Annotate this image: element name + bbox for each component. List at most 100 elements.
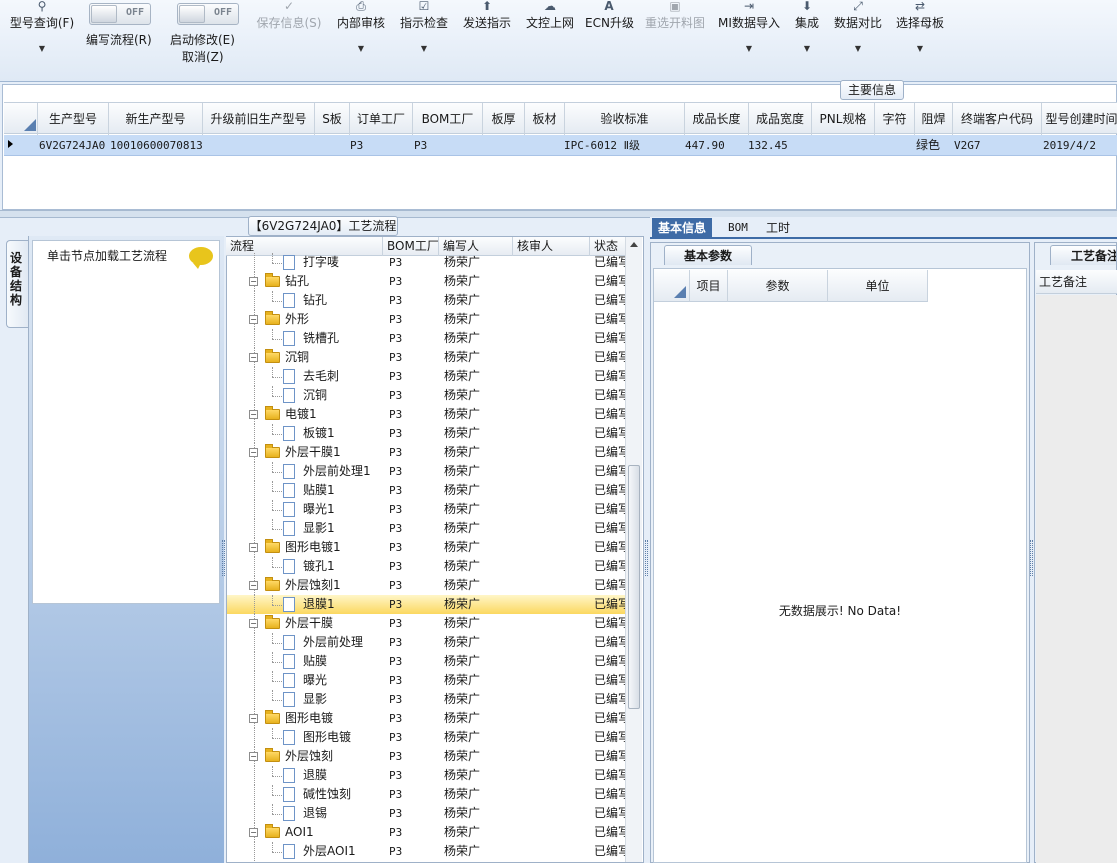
column-header[interactable]: 型号创建时间 (1042, 103, 1117, 135)
column-header[interactable]: 项目 (690, 270, 728, 302)
tree-row[interactable]: 外层AOI1 P3 杨荣广 已编写 (227, 842, 625, 861)
tree-row[interactable]: 铣槽孔 P3 杨荣广 已编写 (227, 329, 625, 348)
folder-icon (265, 710, 280, 724)
column-header[interactable]: PNL规格 (812, 103, 875, 135)
collapse-icon[interactable]: − (249, 714, 258, 723)
scroll-thumb[interactable] (628, 465, 640, 709)
tree-cell-name: 打字唛 (303, 255, 340, 269)
tree-row[interactable]: 镀孔1 P3 杨荣广 已编写 (227, 557, 625, 576)
column-header[interactable]: 单位 (828, 270, 928, 302)
tree-connector (272, 263, 282, 264)
column-header[interactable]: 升级前旧生产型号 (203, 103, 315, 135)
column-header[interactable]: 参数 (728, 270, 828, 302)
tree-row[interactable]: 显影1 P3 杨荣广 已编写 (227, 519, 625, 538)
table-row[interactable]: 6V2G724JA0 10010600070813 P3 P3 IPC-6012… (4, 135, 1117, 156)
tree-row[interactable]: − 外层蚀刻1 P3 杨荣广 已编写 (227, 576, 625, 595)
column-header[interactable]: 字符 (875, 103, 915, 135)
tree-row[interactable]: − 钻孔 P3 杨荣广 已编写 (227, 272, 625, 291)
tree-row[interactable]: − 图形电镀 P3 杨荣广 已编写 (227, 709, 625, 728)
tree-row[interactable]: − 外层蚀刻 P3 杨荣广 已编写 (227, 747, 625, 766)
tab-basic-info[interactable]: 基本信息 (652, 218, 713, 238)
write-flow-toggle[interactable]: OFF (89, 3, 151, 25)
dropdown-arrow-icon: ▼ (420, 44, 428, 53)
tree-connector (272, 472, 282, 473)
start-modify-toggle[interactable]: OFF (177, 3, 239, 25)
splitter-grip-icon[interactable] (1030, 540, 1033, 576)
splitter-grip-icon[interactable] (645, 540, 648, 576)
tree-row[interactable]: 打字唛 P3 杨荣广 已编写 (227, 253, 625, 272)
tree-row[interactable]: − 外形 P3 杨荣广 已编写 (227, 310, 625, 329)
tab-equipment-structure[interactable]: 设备结构 (6, 240, 28, 328)
column-header[interactable]: 新生产型号 (109, 103, 203, 135)
save-info-button[interactable]: ✓ 保存信息(S) (253, 0, 325, 32)
tree-cell-bom: P3 (389, 788, 403, 801)
tree-row[interactable]: 贴膜 P3 杨荣广 已编写 (227, 652, 625, 671)
grid-corner[interactable] (4, 103, 38, 135)
instruction-check-button[interactable]: ☑ 指示检查 ▼ (397, 0, 451, 56)
tree-row[interactable]: − 沉铜 P3 杨荣广 已编写 (227, 348, 625, 367)
tab-bom[interactable]: BOM (722, 218, 754, 238)
send-instruction-button[interactable]: ⬆ 发送指示 (460, 0, 514, 32)
tree-connector (272, 776, 282, 777)
integrate-button[interactable]: ⬇ 集成 ▼ (790, 0, 824, 56)
column-header[interactable]: S板 (315, 103, 350, 135)
tab-work-hours[interactable]: 工时 (760, 218, 796, 238)
query-model-button[interactable]: ⚲ 型号查询(F) ▼ (6, 0, 78, 56)
grid-corner[interactable] (654, 270, 690, 302)
tree-row[interactable]: 外层前处理 P3 杨荣广 已编写 (227, 633, 625, 652)
tree-row[interactable]: 退膜 P3 杨荣广 已编写 (227, 766, 625, 785)
tree-row[interactable]: 去毛刺 P3 杨荣广 已编写 (227, 367, 625, 386)
internal-review-button[interactable]: ⎙ 内部审核 ▼ (334, 0, 388, 56)
tree-row[interactable]: − 电镀1 P3 杨荣广 已编写 (227, 405, 625, 424)
column-header[interactable]: 成品长度 (685, 103, 749, 135)
tree-row[interactable]: 曝光1 P3 杨荣广 已编写 (227, 500, 625, 519)
tree-row[interactable]: 碱性蚀刻 P3 杨荣广 已编写 (227, 785, 625, 804)
column-header[interactable]: 成品宽度 (749, 103, 812, 135)
tree-row[interactable]: 图形电镀 P3 杨荣广 已编写 (227, 728, 625, 747)
column-header[interactable]: 板材 (525, 103, 565, 135)
column-header[interactable]: 验收标准 (565, 103, 685, 135)
tree-row[interactable]: − AOI1 P3 杨荣广 已编写 (227, 823, 625, 842)
ecn-upgrade-button[interactable]: A ECN升级 (585, 0, 634, 32)
column-header[interactable]: BOM工厂 (413, 103, 483, 135)
tree-cell-name: 图形电镀 (303, 730, 352, 744)
tree-row[interactable]: 退膜1 P3 杨荣广 已编写 (227, 595, 625, 614)
tree-row[interactable]: 板镀1 P3 杨荣广 已编写 (227, 424, 625, 443)
collapse-icon[interactable]: − (249, 752, 258, 761)
collapse-icon[interactable]: − (249, 543, 258, 552)
tree-row[interactable]: 退锡 P3 杨荣广 已编写 (227, 804, 625, 823)
control-upload-button[interactable]: ☁ 文控上网 (523, 0, 577, 32)
select-master-button[interactable]: ⇄ 选择母板 ▼ (894, 0, 946, 56)
splitter-grip-icon[interactable] (222, 540, 225, 576)
collapse-icon[interactable]: − (249, 828, 258, 837)
tree-scrollbar[interactable] (625, 237, 642, 862)
tree-row[interactable]: 显影 P3 杨荣广 已编写 (227, 690, 625, 709)
tree-row[interactable]: 钻孔 P3 杨荣广 已编写 (227, 291, 625, 310)
collapse-icon[interactable]: − (249, 410, 258, 419)
tree-row[interactable]: 外层前处理1 P3 杨荣广 已编写 (227, 462, 625, 481)
tree-row[interactable]: − 外层干膜 P3 杨荣广 已编写 (227, 614, 625, 633)
cancel-button[interactable]: 取消(Z) (182, 48, 224, 65)
collapse-icon[interactable]: − (249, 448, 258, 457)
column-header[interactable]: 终端客户代码 (953, 103, 1042, 135)
collapse-icon[interactable]: − (249, 619, 258, 628)
data-compare-button[interactable]: ⤢ 数据对比 ▼ (832, 0, 884, 56)
tree-row[interactable]: 沉铜 P3 杨荣广 已编写 (227, 386, 625, 405)
column-header[interactable]: 订单工厂 (350, 103, 413, 135)
scroll-up-icon[interactable] (630, 242, 638, 247)
tree-row[interactable]: − 图形电镀1 P3 杨荣广 已编写 (227, 538, 625, 557)
reselect-cutting-button[interactable]: ▣ 重选开料图 (642, 0, 708, 32)
collapse-icon[interactable]: − (249, 277, 258, 286)
tree-row[interactable]: − 外层干膜1 P3 杨荣广 已编写 (227, 443, 625, 462)
tree-cell-status: 已编写 (594, 350, 625, 364)
tree-row[interactable]: 曝光 P3 杨荣广 已编写 (227, 671, 625, 690)
column-header[interactable]: 工艺备注 (1036, 270, 1117, 294)
column-header[interactable]: 阻焊 (915, 103, 953, 135)
column-header[interactable]: 生产型号 (38, 103, 109, 135)
mi-import-button[interactable]: ⇥ MI数据导入 ▼ (717, 0, 781, 56)
tree-row[interactable]: 贴膜1 P3 杨荣广 已编写 (227, 481, 625, 500)
collapse-icon[interactable]: − (249, 353, 258, 362)
collapse-icon[interactable]: − (249, 581, 258, 590)
column-header[interactable]: 板厚 (483, 103, 525, 135)
collapse-icon[interactable]: − (249, 315, 258, 324)
